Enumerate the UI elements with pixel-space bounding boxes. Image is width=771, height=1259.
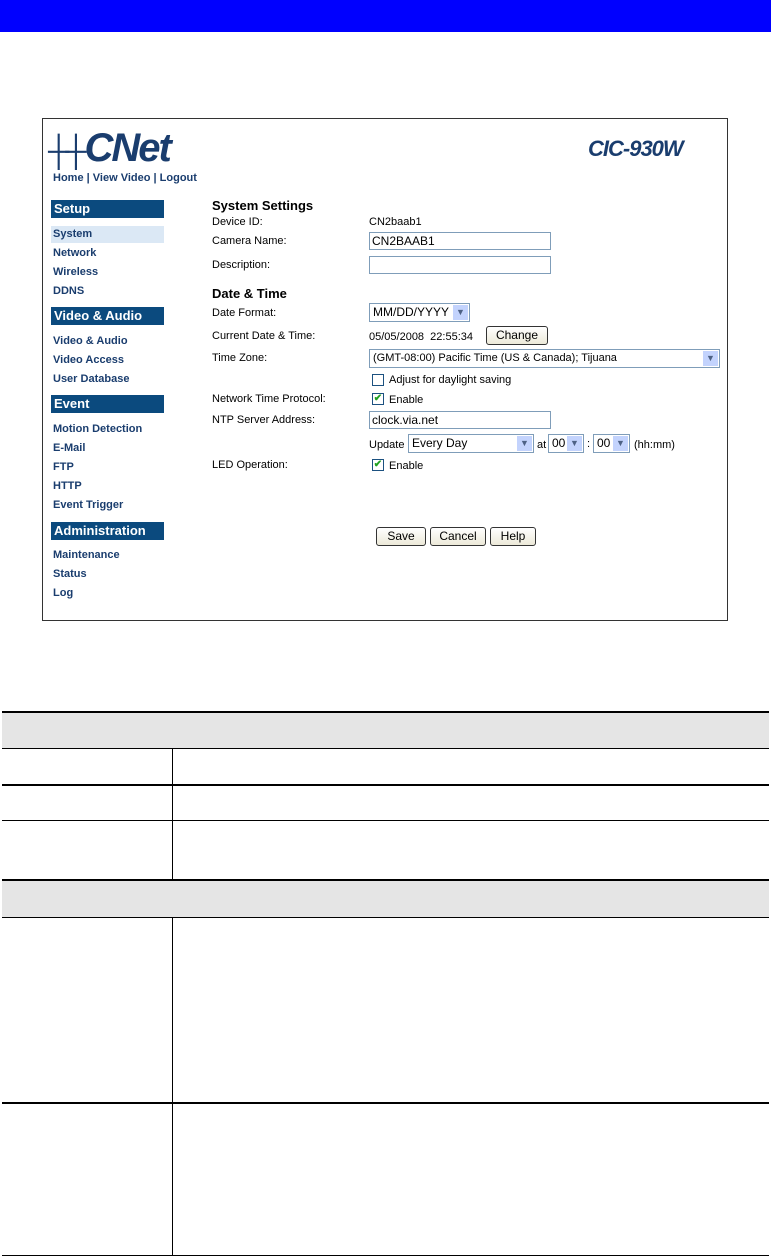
current-date-time-value: 05/05/2008 22:55:34 (369, 331, 473, 343)
hhmm-hint: (hh:mm) (634, 439, 675, 451)
description-input[interactable] (369, 256, 551, 274)
table-rule (2, 748, 769, 749)
daylight-saving-checkbox[interactable] (372, 374, 384, 386)
table-rule (2, 1102, 769, 1104)
time-zone-select[interactable]: (GMT-08:00) Pacific Time (US & Canada); … (369, 349, 720, 368)
table-rule (2, 917, 769, 918)
top-links: Home | View Video | Logout (53, 172, 197, 184)
page-header-bar (0, 0, 771, 32)
home-link[interactable]: Home (53, 172, 84, 184)
led-enable-checkbox[interactable]: ✔ (372, 459, 384, 471)
device-id-label: Device ID: (212, 216, 263, 228)
date-format-select[interactable]: MM/DD/YYYY ▼ (369, 303, 470, 322)
table-rule (2, 784, 769, 786)
table-rule (2, 711, 769, 713)
table-rule (2, 820, 769, 821)
table-column-divider (172, 748, 173, 879)
ntp-server-input[interactable]: clock.via.net (369, 411, 551, 429)
logout-link[interactable]: Logout (160, 172, 197, 184)
table-column-divider (172, 917, 173, 1255)
change-button[interactable]: Change (486, 326, 548, 345)
sidebar-item-video-audio[interactable]: Video & Audio (51, 333, 164, 350)
sidebar-item-maintenance[interactable]: Maintenance (51, 547, 164, 564)
hour-value: 00 (552, 436, 566, 450)
chevron-down-icon: ▼ (703, 351, 718, 366)
chevron-down-icon: ▼ (567, 436, 582, 451)
cancel-button[interactable]: Cancel (430, 527, 486, 546)
table-section-header (2, 880, 769, 917)
table-section-header (2, 712, 769, 748)
ntp-label: Network Time Protocol: (212, 393, 326, 405)
sidebar-item-network[interactable]: Network (51, 245, 164, 262)
chevron-down-icon: ▼ (453, 305, 468, 320)
description-label: Description: (212, 259, 271, 271)
sidebar-item-ftp[interactable]: FTP (51, 459, 164, 476)
date-format-value: MM/DD/YYYY (373, 305, 450, 319)
ntp-enable-label: Enable (389, 394, 424, 406)
ntp-enable-checkbox[interactable]: ✔ (372, 393, 384, 405)
sidebar-header-event: Event (51, 395, 164, 413)
daylight-saving-label: Adjust for daylight saving (389, 374, 512, 386)
sidebar-item-email[interactable]: E-Mail (51, 440, 164, 457)
minute-value: 00 (597, 436, 611, 450)
minute-select[interactable]: 00 ▼ (593, 434, 630, 453)
cnet-logo: ┼┼CNet (48, 126, 172, 171)
system-settings-title: System Settings (212, 198, 314, 213)
current-date-time-label: Current Date & Time: (212, 330, 316, 342)
camera-name-label: Camera Name: (212, 235, 287, 247)
chevron-down-icon: ▼ (613, 436, 628, 451)
sidebar-item-http[interactable]: HTTP (51, 478, 164, 495)
sidebar-item-motion-detection[interactable]: Motion Detection (51, 421, 164, 438)
logo-mark-icon: ┼┼ (48, 135, 86, 168)
sidebar-header-administration: Administration (51, 522, 164, 540)
save-button[interactable]: Save (376, 527, 426, 546)
device-id-value: CN2baab1 (369, 216, 422, 228)
ntp-server-label: NTP Server Address: (212, 414, 316, 426)
sidebar-header-video-audio: Video & Audio (51, 307, 164, 325)
sidebar-item-status[interactable]: Status (51, 566, 164, 583)
time-zone-value: (GMT-08:00) Pacific Time (US & Canada); … (373, 352, 617, 364)
camera-name-input[interactable]: CN2BAAB1 (369, 232, 551, 250)
hour-select[interactable]: 00 ▼ (548, 434, 584, 453)
view-video-link[interactable]: View Video (93, 172, 151, 184)
led-operation-label: LED Operation: (212, 459, 288, 471)
table-rule (2, 1255, 769, 1256)
model-name: CIC-930W (588, 136, 684, 161)
sidebar-item-wireless[interactable]: Wireless (51, 264, 164, 281)
sidebar-item-log[interactable]: Log (51, 585, 164, 602)
date-time-title: Date & Time (212, 286, 287, 301)
help-button[interactable]: Help (490, 527, 536, 546)
update-frequency-value: Every Day (412, 436, 468, 450)
update-label: Update (369, 439, 405, 451)
sidebar-item-video-access[interactable]: Video Access (51, 352, 164, 369)
sidebar-item-event-trigger[interactable]: Event Trigger (51, 497, 164, 514)
sidebar-item-system[interactable]: System (51, 226, 164, 243)
sidebar-item-user-database[interactable]: User Database (51, 371, 164, 388)
time-zone-label: Time Zone: (212, 352, 268, 364)
sidebar-header-setup: Setup (51, 200, 164, 218)
led-enable-label: Enable (389, 460, 424, 472)
update-frequency-select[interactable]: Every Day ▼ (408, 434, 534, 453)
sidebar-item-ddns[interactable]: DDNS (51, 283, 164, 300)
date-format-label: Date Format: (212, 307, 277, 319)
time-colon: : (587, 438, 591, 450)
logo-text: CNet (84, 126, 172, 170)
table-rule (2, 879, 769, 881)
at-label: at (537, 439, 547, 451)
chevron-down-icon: ▼ (517, 436, 532, 451)
